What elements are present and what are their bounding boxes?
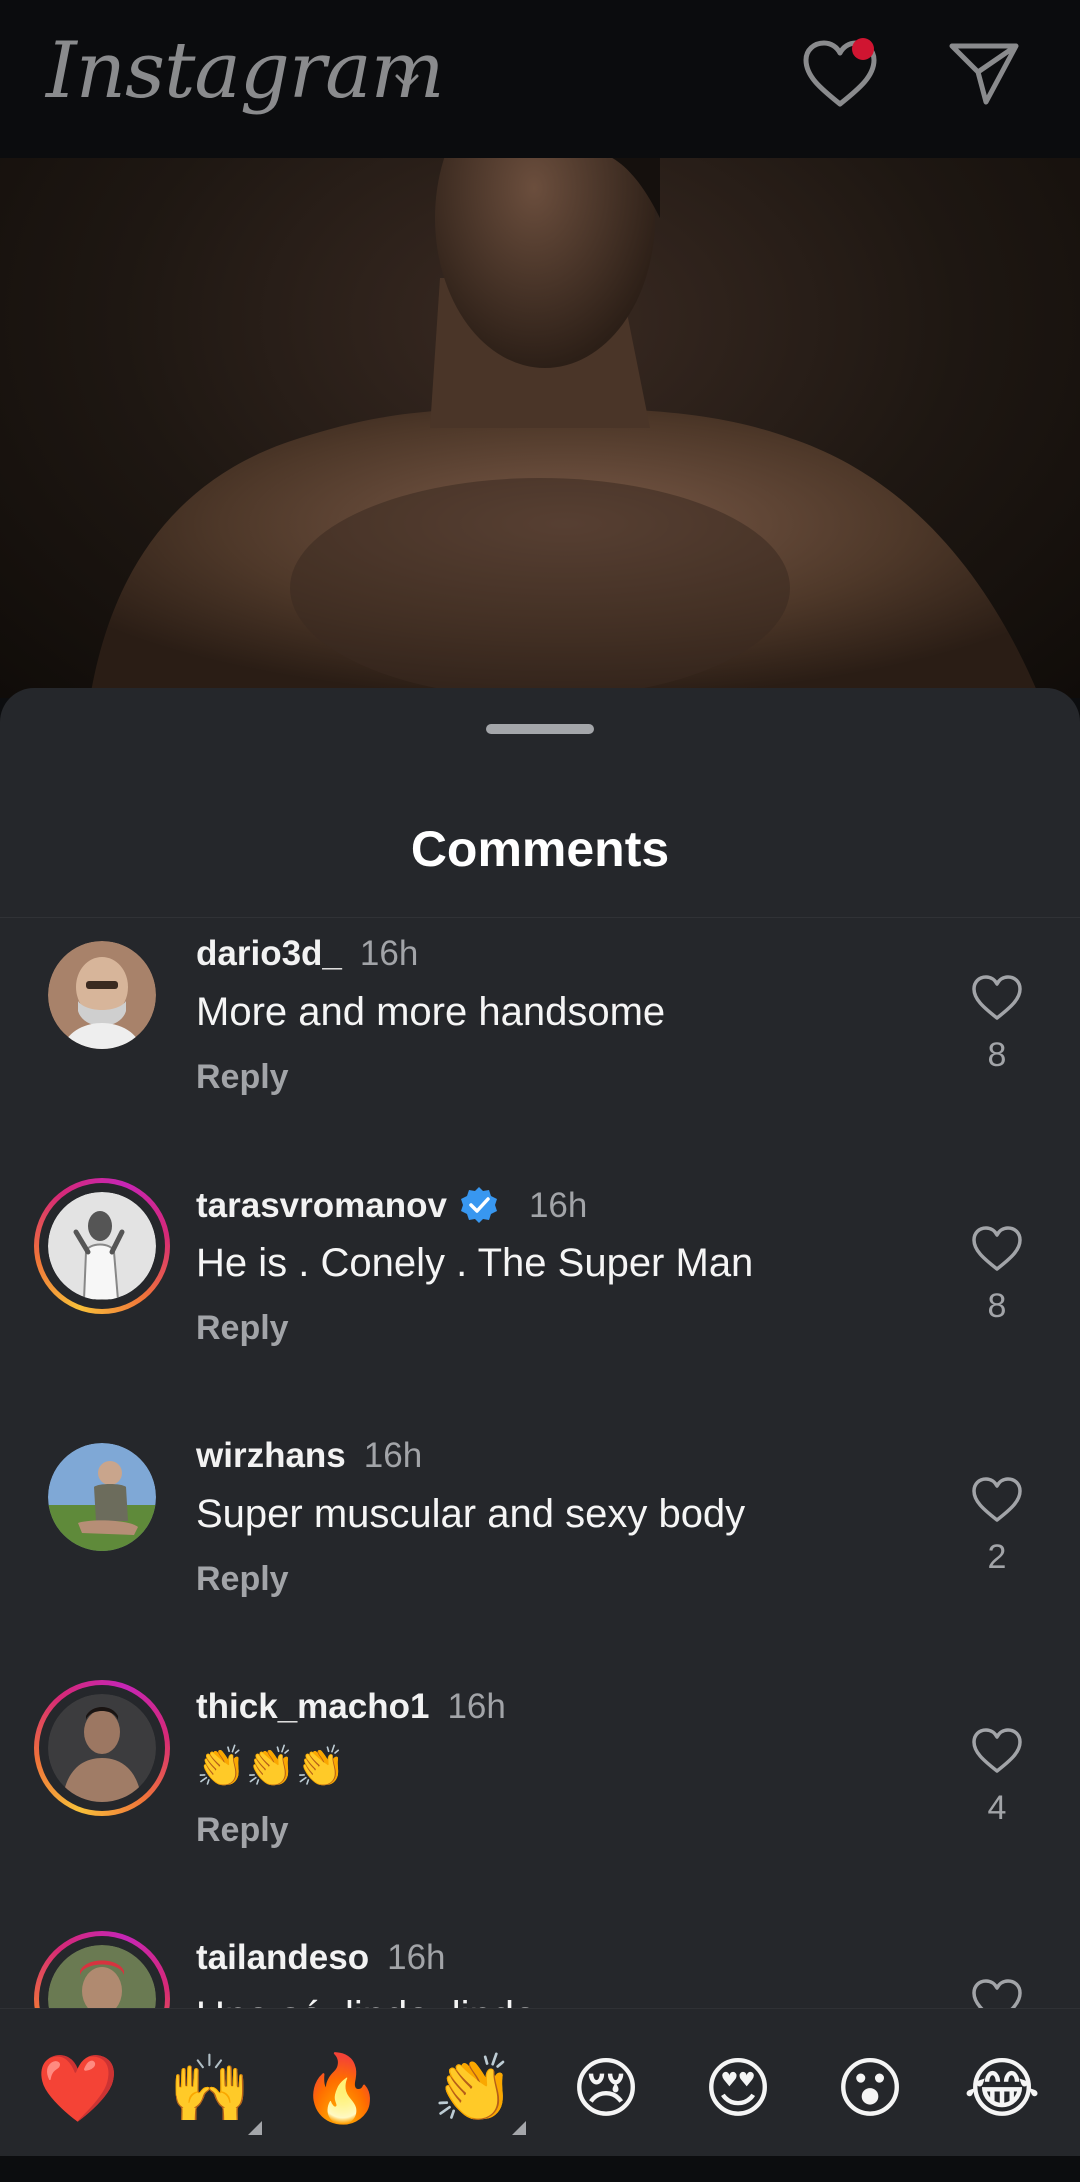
top-bar: Instagram: [0, 0, 1080, 158]
comment-item: dario3d_ 16h More and more handsome Reply…: [0, 928, 1080, 1178]
post-image: [0, 158, 1080, 698]
avatar-image: [48, 1694, 156, 1802]
reply-button[interactable]: Reply: [196, 1811, 289, 1850]
comment-item: wirzhans 16h Super muscular and sexy body…: [0, 1430, 1080, 1680]
sheet-title: Comments: [410, 821, 670, 877]
comment-time: 16h: [387, 1938, 446, 1977]
emoji-red-heart[interactable]: ❤️: [28, 2047, 128, 2131]
like-heart-icon[interactable]: [970, 974, 1024, 1022]
comment-text: He is . Conely . The Super Man: [196, 1241, 754, 1285]
skin-tone-indicator: [512, 2121, 526, 2135]
reply-button[interactable]: Reply: [196, 1058, 289, 1097]
avatar-image: [48, 1192, 156, 1300]
comment-time: 16h: [363, 1436, 423, 1475]
like-count: 4: [987, 1789, 1007, 1827]
comment-username[interactable]: tarasvromanov 16h: [196, 1185, 587, 1226]
emoji-surprised-face[interactable]: 😮: [820, 2047, 920, 2131]
comment-username[interactable]: wirzhans 16h: [196, 1436, 422, 1476]
divider: [0, 917, 1080, 918]
like-heart-icon[interactable]: [970, 1476, 1024, 1524]
drag-handle[interactable]: [486, 724, 594, 734]
like-count: 2: [987, 1538, 1007, 1576]
username-text[interactable]: thick_macho1: [196, 1687, 429, 1726]
emoji-fire[interactable]: 🔥: [292, 2047, 392, 2131]
chevron-down-icon[interactable]: [392, 66, 422, 96]
instagram-logo[interactable]: Instagram: [46, 26, 445, 116]
reply-button[interactable]: Reply: [196, 1560, 289, 1599]
direct-message-icon[interactable]: [946, 38, 1022, 108]
like-count: 8: [987, 1036, 1007, 1074]
emoji-raising-hands[interactable]: 🙌: [160, 2047, 260, 2131]
like-heart-icon[interactable]: [970, 1727, 1024, 1775]
notification-dot: [852, 38, 874, 60]
emoji-clapping-hands[interactable]: 👏: [424, 2047, 524, 2131]
comment-username[interactable]: tailandeso 16h: [196, 1938, 446, 1978]
comment-text: More and more handsome: [196, 990, 666, 1034]
username-text[interactable]: wirzhans: [196, 1436, 346, 1475]
username-text[interactable]: tarasvromanov: [196, 1186, 447, 1225]
comment-item: thick_macho1 16h 👏👏👏 Reply 4: [0, 1680, 1080, 1931]
emoji-bar: ❤️ 🙌 🔥 👏 😢 😍 😮 😂: [0, 2008, 1080, 2156]
avatar-image: [48, 941, 156, 1049]
comment-text: 👏👏👏: [196, 1745, 346, 1789]
avatar[interactable]: [34, 1178, 170, 1314]
comment-text: Super muscular and sexy body: [196, 1492, 746, 1536]
comment-username[interactable]: dario3d_ 16h: [196, 934, 418, 974]
comment-item: tarasvromanov 16h He is . Conely . The S…: [0, 1178, 1080, 1429]
comment-time: 16h: [359, 934, 419, 973]
username-text[interactable]: dario3d_: [196, 934, 342, 973]
like-count: 8: [987, 1287, 1007, 1325]
skin-tone-indicator: [248, 2121, 262, 2135]
comments-sheet: Comments dario3d_ 16h More and more hands…: [0, 688, 1080, 2155]
avatar[interactable]: [44, 1439, 160, 1555]
comment-time: 16h: [528, 1186, 588, 1225]
emoji-crying-face[interactable]: 😢: [556, 2047, 656, 2131]
verified-badge-icon: [460, 1187, 497, 1223]
avatar[interactable]: [34, 1680, 170, 1816]
avatar-image: [48, 1443, 156, 1551]
comment-username[interactable]: thick_macho1 16h: [196, 1687, 506, 1727]
reply-button[interactable]: Reply: [196, 1309, 289, 1348]
avatar[interactable]: [44, 937, 160, 1053]
like-heart-icon[interactable]: [970, 1225, 1024, 1273]
emoji-heart-eyes[interactable]: 😍: [688, 2047, 788, 2131]
username-text[interactable]: tailandeso: [196, 1938, 369, 1977]
emoji-tears-of-joy[interactable]: 😂: [952, 2047, 1052, 2131]
post-photo: [90, 158, 1040, 698]
comment-time: 16h: [447, 1687, 506, 1726]
